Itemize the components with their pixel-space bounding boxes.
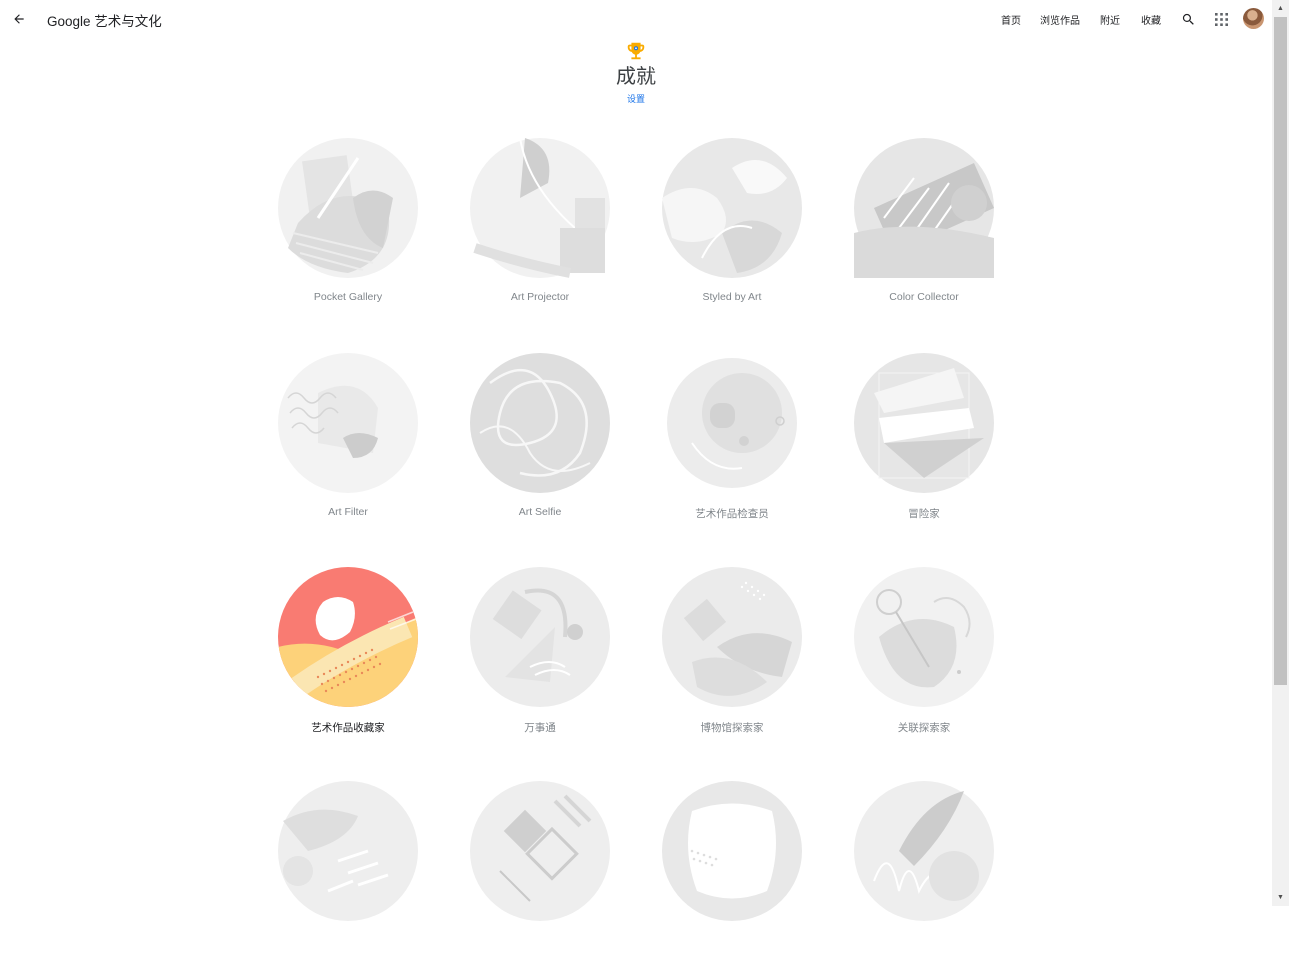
adventurer-badge [854, 353, 994, 493]
art-selfie-badge [470, 353, 610, 493]
achievement-label: Art Projector [510, 291, 570, 303]
artwork-collector-badge [278, 567, 418, 707]
scrollbar-thumb[interactable] [1274, 17, 1287, 685]
color-collector-badge [854, 138, 994, 278]
achievement-connection-explorer[interactable]: 关联探索家 [839, 567, 1009, 757]
vertical-scrollbar[interactable]: ▲ ▼ [1272, 0, 1289, 906]
row4-badge-4 [854, 781, 994, 921]
achievement-artwork-inspector[interactable]: 艺术作品检查员 [647, 353, 817, 543]
achievement-art-selfie[interactable]: Art Selfie [455, 353, 625, 543]
museum-explorer-badge [662, 567, 802, 707]
achievement-label: Art Filter [328, 506, 368, 518]
row4-badge-1 [278, 781, 418, 921]
achievement-adventurer[interactable]: 冒险家 [839, 353, 1009, 543]
achievements-grid: Pocket Gallery Art Projector Styled by A… [0, 0, 1272, 921]
achievement-label: 艺术作品收藏家 [311, 722, 385, 734]
achievement-museum-explorer[interactable]: 博物馆探索家 [647, 567, 817, 757]
achievement-color-collector[interactable]: Color Collector [839, 138, 1009, 328]
achievement-label: 万事通 [524, 722, 556, 734]
achievement-pocket-gallery[interactable]: Pocket Gallery [263, 138, 433, 328]
achievement-row4-4[interactable] [839, 781, 1009, 971]
achievement-row4-2[interactable] [455, 781, 625, 971]
art-projector-badge [470, 138, 610, 278]
row4-badge-3 [662, 781, 802, 921]
achievement-art-projector[interactable]: Art Projector [455, 138, 625, 328]
achievement-label: 艺术作品检查员 [695, 508, 769, 520]
scroll-up-arrow-icon[interactable]: ▲ [1272, 0, 1289, 17]
achievement-styled-by-art[interactable]: Styled by Art [647, 138, 817, 328]
achievement-label: Pocket Gallery [313, 291, 383, 303]
achievement-label: Styled by Art [702, 291, 762, 303]
achievement-art-filter[interactable]: Art Filter [263, 353, 433, 543]
achievement-label: 冒险家 [908, 508, 940, 520]
achievement-artwork-collector[interactable]: 艺术作品收藏家 [263, 567, 433, 757]
pocket-gallery-badge [278, 138, 418, 278]
achievement-know-it-all[interactable]: 万事通 [455, 567, 625, 757]
achievement-label: 博物馆探索家 [700, 722, 764, 734]
achievement-label: Art Selfie [518, 506, 562, 518]
achievement-row4-3[interactable] [647, 781, 817, 971]
artwork-inspector-badge [667, 358, 797, 488]
achievement-label: 关联探索家 [897, 722, 951, 734]
achievement-label: Color Collector [889, 291, 959, 303]
row4-badge-2 [470, 781, 610, 921]
achievement-row4-1[interactable] [263, 781, 433, 971]
scroll-down-arrow-icon[interactable]: ▼ [1272, 889, 1289, 906]
know-it-all-badge [470, 567, 610, 707]
styled-by-art-badge [662, 138, 802, 278]
art-filter-badge [278, 353, 418, 493]
connection-explorer-badge [854, 567, 994, 707]
